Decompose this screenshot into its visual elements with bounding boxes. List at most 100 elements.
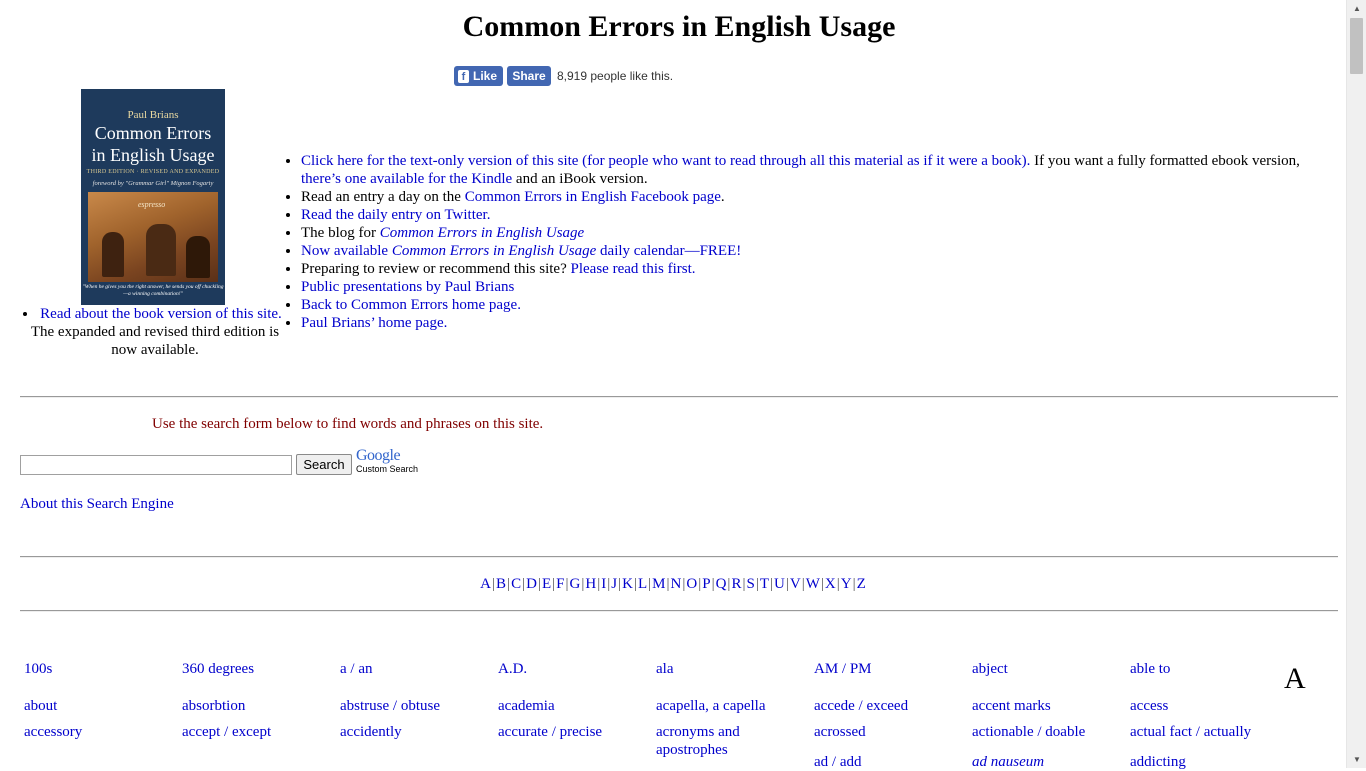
list-item: Read the daily entry on Twitter.: [301, 206, 1325, 224]
entry-link[interactable]: able to: [1130, 660, 1280, 678]
alphabet-separator: |: [801, 576, 805, 592]
alphabet-separator: |: [492, 576, 496, 592]
alphabet-link-s[interactable]: S: [746, 576, 754, 592]
entry-link[interactable]: 100s: [24, 660, 174, 678]
facebook-page-link[interactable]: Common Errors in English Facebook page: [465, 189, 721, 205]
alphabet-separator: |: [633, 576, 637, 592]
entry-link[interactable]: accidently: [340, 723, 490, 741]
entry-link[interactable]: accurate / precise: [498, 723, 648, 741]
entry-link[interactable]: abject: [972, 660, 1122, 678]
entry-link[interactable]: accede / exceed: [814, 697, 964, 715]
alphabet-link-v[interactable]: V: [790, 576, 801, 592]
blog-text: The blog for: [301, 225, 380, 241]
list-item: Public presentations by Paul Brians: [301, 278, 1325, 296]
entry-link[interactable]: actionable / doable: [972, 723, 1122, 741]
alphabet-link-h[interactable]: H: [585, 576, 596, 592]
vertical-scrollbar[interactable]: ▲ ▼: [1346, 0, 1366, 768]
facebook-like-button[interactable]: f Like: [454, 66, 503, 86]
alphabet-link-u[interactable]: U: [774, 576, 785, 592]
alphabet-link-m[interactable]: M: [652, 576, 665, 592]
alphabet-link-c[interactable]: C: [511, 576, 521, 592]
alphabet-link-x[interactable]: X: [825, 576, 836, 592]
alphabet-link-l[interactable]: L: [638, 576, 647, 592]
alphabet-link-k[interactable]: K: [622, 576, 633, 592]
entry-link[interactable]: accent marks: [972, 697, 1122, 715]
entry-link[interactable]: a / an: [340, 660, 490, 678]
entry-link[interactable]: addicting: [1130, 753, 1280, 771]
book-version-link[interactable]: Read about the book version of this site…: [40, 306, 282, 322]
entry-link[interactable]: ad / add: [814, 753, 964, 771]
site-links: Click here for the text-only version of …: [285, 152, 1325, 332]
alphabet-separator: |: [770, 576, 774, 592]
alphabet-separator: |: [581, 576, 585, 592]
entry-link[interactable]: abstruse / obtuse: [340, 697, 490, 715]
entry-link[interactable]: acrossed: [814, 723, 964, 741]
divider: [20, 610, 1338, 612]
list-item: Read an entry a day on the Common Errors…: [301, 188, 1325, 206]
scroll-down-arrow-icon[interactable]: ▼: [1347, 751, 1366, 768]
list-item: Paul Brians’ home page.: [301, 314, 1325, 332]
entry-link[interactable]: acronyms and apostrophes: [656, 723, 806, 759]
alphabet-link-e[interactable]: E: [542, 576, 551, 592]
alphabet-link-f[interactable]: F: [556, 576, 564, 592]
alphabet-link-i[interactable]: I: [601, 576, 606, 592]
alphabet-link-z[interactable]: Z: [857, 576, 866, 592]
alphabet-link-r[interactable]: R: [731, 576, 741, 592]
entry-link[interactable]: acapella, a capella: [656, 697, 806, 715]
book-author: Paul Brians: [127, 109, 179, 121]
calendar-link-suffix: daily calendar—FREE!: [596, 243, 742, 259]
alphabet-link-q[interactable]: Q: [716, 576, 727, 592]
search-button[interactable]: Search: [296, 454, 352, 475]
text-only-version-link[interactable]: Click here for the text-only version of …: [301, 153, 1030, 169]
entry-link[interactable]: accept / except: [182, 723, 332, 741]
entry-link[interactable]: academia: [498, 697, 648, 715]
alphabet-separator: |: [565, 576, 569, 592]
book-cover-image[interactable]: Paul Brians Common Errors in English Usa…: [81, 89, 225, 305]
alphabet-separator: |: [820, 576, 824, 592]
entry-link[interactable]: accessory: [24, 723, 174, 741]
alphabet-separator: |: [648, 576, 652, 592]
calendar-link[interactable]: Now available Common Errors in English U…: [301, 243, 741, 259]
alphabet-link-y[interactable]: Y: [841, 576, 852, 592]
entry-link[interactable]: 360 degrees: [182, 660, 332, 678]
custom-search-label: Custom Search: [356, 464, 419, 474]
entry-link[interactable]: AM / PM: [814, 660, 964, 678]
illustration-figure: [102, 232, 124, 277]
facebook-like-count: 8,919 people like this.: [557, 69, 674, 83]
divider: [20, 556, 1338, 558]
alphabet-link-b[interactable]: B: [496, 576, 506, 592]
ibook-text: and an iBook version.: [512, 171, 648, 187]
alphabet-link-n[interactable]: N: [671, 576, 682, 592]
entry-link[interactable]: actual fact / actually: [1130, 723, 1280, 741]
search-input[interactable]: [20, 455, 292, 475]
presentations-link[interactable]: Public presentations by Paul Brians: [301, 279, 514, 295]
scroll-thumb[interactable]: [1350, 18, 1363, 74]
divider: [20, 396, 1338, 398]
alphabet-link-j[interactable]: J: [611, 576, 617, 592]
kindle-link[interactable]: there’s one available for the Kindle: [301, 171, 512, 187]
author-home-link[interactable]: Paul Brians’ home page.: [301, 315, 447, 331]
home-page-link[interactable]: Back to Common Errors home page.: [301, 297, 521, 313]
search-intro: Use the search form below to find words …: [152, 416, 544, 432]
entry-link[interactable]: absorbtion: [182, 697, 332, 715]
twitter-link[interactable]: Read the daily entry on Twitter.: [301, 207, 490, 223]
scroll-up-arrow-icon[interactable]: ▲: [1347, 0, 1366, 17]
alphabet-link-w[interactable]: W: [806, 576, 820, 592]
blog-link[interactable]: Common Errors in English Usage: [380, 225, 584, 241]
alphabet-link-t[interactable]: T: [760, 576, 769, 592]
alphabet-link-a[interactable]: A: [480, 576, 491, 592]
alphabet-link-o[interactable]: O: [686, 576, 697, 592]
alphabet-link-g[interactable]: G: [570, 576, 581, 592]
entry-link[interactable]: ala: [656, 660, 806, 678]
entry-link[interactable]: ad nauseum: [972, 753, 1122, 771]
about-search-engine-link[interactable]: About this Search Engine: [20, 496, 174, 513]
alphabet-link-p[interactable]: P: [702, 576, 710, 592]
alphabet-link-d[interactable]: D: [526, 576, 537, 592]
entry-link[interactable]: A.D.: [498, 660, 648, 678]
alphabet-index: A|B|C|D|E|F|G|H|I|J|K|L|M|N|O|P|Q|R|S|T|…: [0, 576, 1346, 593]
google-wordmark-text: Google: [356, 447, 401, 464]
facebook-share-button[interactable]: Share: [507, 66, 551, 86]
review-link[interactable]: Please read this first.: [571, 261, 696, 277]
entry-link[interactable]: about: [24, 697, 174, 715]
entry-link[interactable]: access: [1130, 697, 1280, 715]
